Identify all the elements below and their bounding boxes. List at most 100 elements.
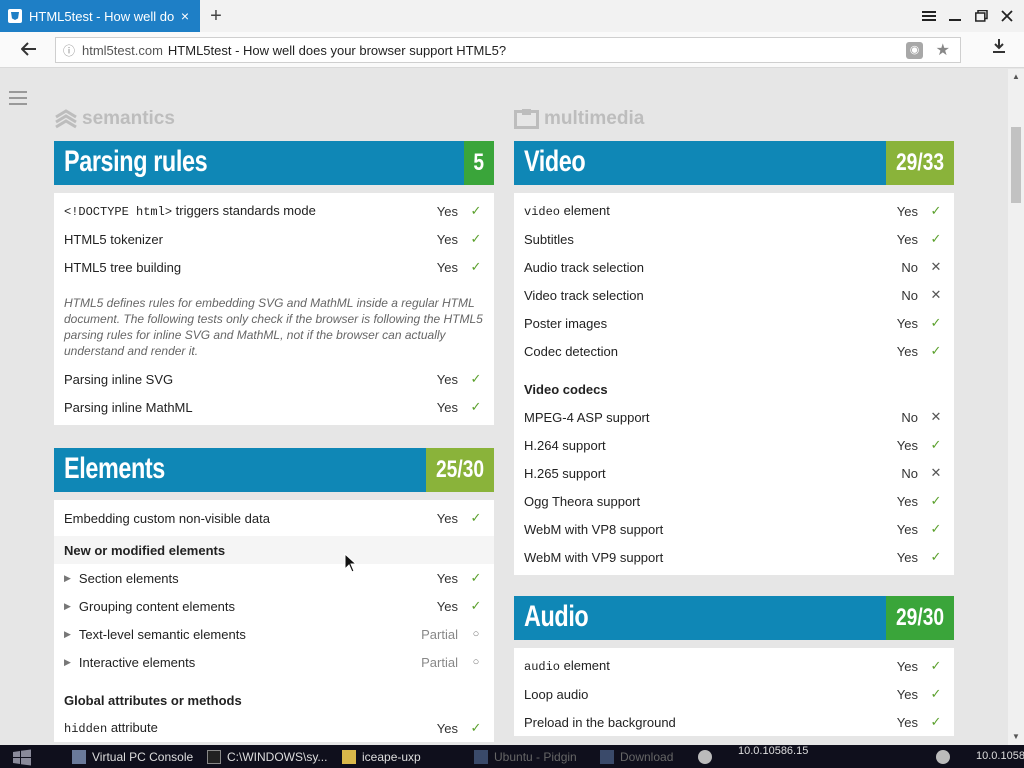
menu-icon[interactable]: [916, 0, 942, 32]
result-text: Yes: [896, 521, 918, 537]
expand-arrow-icon[interactable]: ▶: [64, 601, 71, 612]
section-video: Video 29/33 video element Yes ✓ Subtitle…: [514, 141, 954, 575]
folder-icon: [342, 749, 356, 764]
expand-arrow-icon[interactable]: ▶: [64, 573, 71, 584]
section-body: <!DOCTYPE html> triggers standards mode …: [54, 193, 494, 425]
tray-gear-icon-2[interactable]: [936, 747, 958, 766]
check-icon: ✓: [930, 549, 942, 564]
check-icon: ✓: [930, 521, 942, 536]
pidgin-icon: [474, 749, 488, 764]
category-semantics-label: semantics: [82, 108, 175, 129]
taskbar-item-pidgin[interactable]: Ubuntu - Pidgin: [474, 747, 594, 766]
category-semantics: semantics: [54, 107, 175, 131]
semantics-icon: [55, 109, 77, 129]
scroll-down-icon[interactable]: ▼: [1008, 729, 1024, 745]
close-window-icon[interactable]: [994, 0, 1020, 32]
score-badge: 5: [464, 141, 494, 185]
minimize-icon[interactable]: [942, 0, 968, 32]
tab-strip: HTML5test - How well do × +: [0, 0, 1024, 32]
maximize-icon[interactable]: [968, 0, 994, 32]
section-body: audio element Yes ✓ Loop audio Yes ✓ Pre…: [514, 648, 954, 736]
tab-close-icon[interactable]: ×: [178, 8, 192, 24]
result-text: Yes: [436, 510, 458, 526]
partial-circle-icon: ○: [472, 656, 480, 668]
tab-title: HTML5test - How well do: [29, 8, 175, 24]
result-text: Yes: [896, 493, 918, 509]
test-row: WebM with VP9 support Yes ✓: [514, 543, 954, 571]
expandable-row[interactable]: ▶ Grouping content elements Yes ✓: [54, 592, 494, 620]
hamburger-menu-icon[interactable]: [9, 91, 27, 109]
check-icon: ✓: [930, 658, 942, 673]
section-body: video element Yes ✓ Subtitles Yes ✓ Audi…: [514, 193, 954, 575]
new-tab-button[interactable]: +: [206, 4, 226, 28]
expand-arrow-icon[interactable]: ▶: [64, 629, 71, 640]
cross-icon: ✕: [930, 287, 942, 302]
taskbar-item-download[interactable]: Download: [600, 747, 696, 766]
result-text: No: [901, 259, 918, 275]
result-text: Yes: [896, 658, 918, 674]
result-text: Yes: [896, 203, 918, 219]
section-header[interactable]: Audio 29/30: [514, 596, 954, 640]
subsection-heading: Video codecs: [524, 381, 608, 397]
section-body: Embedding custom non-visible data Yes ✓ …: [54, 500, 494, 742]
toolbar: ⓘ html5test.com HTML5test - How well doe…: [0, 32, 1024, 68]
download-icon[interactable]: [988, 38, 1010, 62]
result-text: Yes: [436, 259, 458, 275]
taskbar-item-virtual-pc[interactable]: Virtual PC Console: [72, 747, 202, 766]
url-page-title: HTML5test - How well does your browser s…: [167, 42, 507, 58]
check-icon: ✓: [470, 231, 482, 246]
test-row: Parsing inline MathML Yes ✓: [54, 393, 494, 421]
test-row: <!DOCTYPE html> triggers standards mode …: [54, 197, 494, 225]
tray-status: 10.0.10586.15: [738, 746, 928, 767]
vertical-scrollbar[interactable]: ▲ ▼: [1008, 69, 1024, 745]
back-arrow-icon[interactable]: [18, 38, 40, 62]
test-row: Video track selection No ✕: [514, 281, 954, 309]
cross-icon: ✕: [930, 465, 942, 480]
check-icon: ✓: [470, 570, 482, 585]
windows-start-icon[interactable]: [6, 747, 38, 766]
section-header[interactable]: Parsing rules 5: [54, 141, 494, 185]
section-elements: Elements 25/30 Embedding custom non-visi…: [54, 448, 494, 742]
cmd-icon: [207, 749, 221, 764]
result-text: No: [901, 409, 918, 425]
section-header[interactable]: Elements 25/30: [54, 448, 494, 492]
test-row: MPEG-4 ASP support No ✕: [514, 403, 954, 431]
expandable-row[interactable]: ▶ Section elements Yes ✓: [54, 564, 494, 592]
result-text: Yes: [896, 437, 918, 453]
result-text: Yes: [896, 549, 918, 565]
expandable-row[interactable]: ▶ Interactive elements Partial ○: [54, 648, 494, 676]
test-row: H.264 support Yes ✓: [514, 431, 954, 459]
test-row: audio element Yes ✓: [514, 652, 954, 680]
scroll-up-icon[interactable]: ▲: [1008, 69, 1024, 85]
section-title: Parsing rules: [64, 145, 208, 178]
info-icon[interactable]: ⓘ: [56, 42, 82, 59]
check-icon: ✓: [470, 371, 482, 386]
tray-version-text-2: 10.0.1058: [976, 749, 1024, 762]
check-icon: ✓: [930, 203, 942, 218]
cross-icon: ✕: [930, 409, 942, 424]
subsection-heading: Global attributes or methods: [64, 692, 242, 708]
test-row: Subtitles Yes ✓: [514, 225, 954, 253]
html5-favicon-icon: [8, 9, 22, 23]
check-icon: ✓: [930, 231, 942, 246]
test-row: Audio track selection No ✕: [514, 253, 954, 281]
tab-html5test[interactable]: HTML5test - How well do ×: [0, 0, 200, 32]
scrollbar-thumb[interactable]: [1011, 127, 1021, 203]
section-header[interactable]: Video 29/33: [514, 141, 954, 185]
result-text: Yes: [436, 720, 458, 736]
star-icon[interactable]: ★: [936, 40, 950, 60]
explanatory-note: HTML5 defines rules for embedding SVG an…: [64, 296, 483, 358]
check-icon: ✓: [930, 315, 942, 330]
expand-arrow-icon[interactable]: ▶: [64, 657, 71, 668]
result-text: Partial: [421, 626, 458, 642]
address-bar[interactable]: ⓘ html5test.com HTML5test - How well doe…: [55, 37, 961, 63]
taskbar-item-iceape[interactable]: iceape-uxp: [342, 747, 467, 766]
score-badge: 25/30: [426, 448, 494, 492]
translate-icon[interactable]: ◉: [906, 42, 923, 59]
taskbar-item-cmd[interactable]: C:\WINDOWS\sy...: [207, 747, 337, 766]
tray-gear-icon[interactable]: [698, 747, 720, 766]
test-row: H.265 support No ✕: [514, 459, 954, 487]
test-row: HTML5 tree building Yes ✓: [54, 253, 494, 281]
expandable-row[interactable]: ▶ Text-level semantic elements Partial ○: [54, 620, 494, 648]
result-text: Yes: [436, 598, 458, 614]
